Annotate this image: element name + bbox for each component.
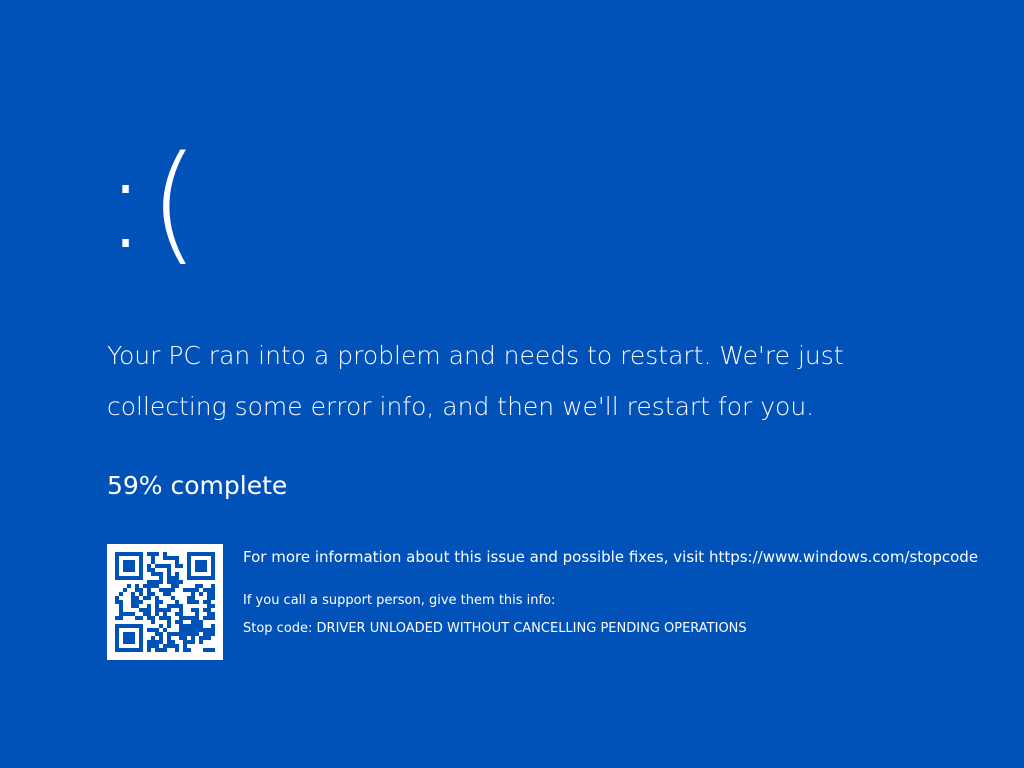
info-panel: For more information about this issue an… xyxy=(243,544,1013,638)
more-info-text: For more information about this issue an… xyxy=(243,548,979,566)
error-message: Your PC ran into a problem and needs to … xyxy=(107,341,844,421)
qr-code-graphic xyxy=(115,552,215,652)
support-text: If you call a support person, give them … xyxy=(243,593,556,608)
sad-face-emoticon: :( xyxy=(104,129,202,278)
stop-code-text: Stop code: DRIVER UNLOADED WITHOUT CANCE… xyxy=(243,621,747,636)
qr-code-icon xyxy=(107,544,223,660)
progress-text: 59% complete xyxy=(107,471,288,500)
